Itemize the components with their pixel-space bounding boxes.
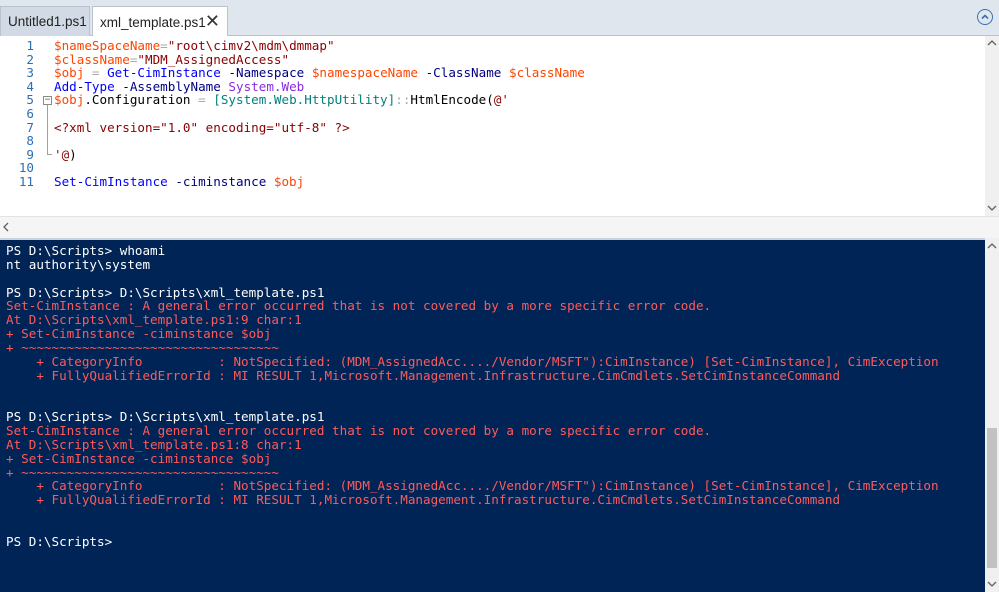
fold-collapse-icon[interactable]: − (43, 96, 52, 106)
fold-guide (47, 105, 48, 154)
code-text: '@) (54, 146, 77, 162)
tab-xml-template[interactable]: xml_template.ps1 ✕ (92, 6, 228, 37)
console-error-line: Set-CimInstance : A general error occurr… (6, 423, 712, 439)
code-text: <?xml version="1.0" encoding="utf-8" ?> (54, 119, 350, 135)
scroll-down-icon[interactable] (987, 580, 997, 588)
scroll-up-icon[interactable] (987, 242, 997, 250)
line-number: 6 (26, 106, 34, 121)
console-error-line: + Set-CimInstance -ciminstance $obj (6, 326, 272, 342)
console-error-line: + ~~~~~~~~~~~~~~~~~~~~~~~~~~~~~~~~~~ (6, 339, 279, 355)
scroll-down-icon[interactable] (987, 204, 997, 212)
scroll-left-icon[interactable] (2, 222, 10, 232)
fold-guide-end (47, 153, 52, 155)
console-line: PS D:\Scripts> whoami (6, 243, 166, 258)
editor-horizontal-scrollbar[interactable] (0, 216, 999, 238)
console-pane[interactable]: PS D:\Scripts> whoami nt authority\system… (0, 240, 985, 592)
line-number: 11 (18, 174, 34, 189)
console-error-line: + CategoryInfo : NotSpecified: (MDM_Assi… (6, 353, 939, 369)
line-number: 1 (26, 38, 34, 53)
editor-line[interactable]: 5 $obj.Configuration = [System.Web.HttpUt… (0, 93, 980, 107)
script-editor[interactable]: 1 $nameSpaceName="root\cimv2\mdm\dmmap" 2 $… (0, 36, 985, 216)
chevron-up-icon[interactable] (977, 9, 993, 25)
editor-line[interactable]: 7 <?xml version="1.0" encoding="utf-8" ?> (0, 119, 980, 135)
tab-bar: Untitled1.ps1 xml_template.ps1 ✕ (0, 0, 999, 37)
close-icon[interactable]: ✕ (205, 10, 220, 32)
console-error-line: At D:\Scripts\xml_template.ps1:8 char:1 (6, 436, 302, 452)
code-text: Set-CimInstance -ciminstance $obj (54, 174, 305, 189)
editor-line[interactable]: 11 Set-CimInstance -ciminstance $obj (0, 175, 980, 189)
tab-label: xml_template.ps1 (100, 14, 206, 30)
console-error-line: + Set-CimInstance -ciminstance $obj (6, 450, 272, 466)
editor-vertical-scrollbar[interactable] (985, 36, 999, 216)
console-line: PS D:\Scripts> (6, 533, 113, 549)
console-vertical-scrollbar[interactable] (985, 238, 999, 592)
tab-untitled1[interactable]: Untitled1.ps1 (0, 6, 90, 36)
console-error-line: + FullyQualifiedErrorId : MI RESULT 1,Mi… (6, 492, 841, 508)
scroll-up-icon[interactable] (987, 39, 997, 47)
code-text: $obj.Configuration = [System.Web.HttpUti… (54, 92, 509, 108)
tab-label: Untitled1.ps1 (8, 14, 87, 29)
scroll-thumb[interactable] (987, 428, 997, 568)
editor-line[interactable]: 8 (0, 134, 980, 148)
editor-line[interactable]: 9 '@) (0, 146, 980, 162)
console-error-line: + FullyQualifiedErrorId : MI RESULT 1,Mi… (6, 367, 841, 383)
console-line: nt authority\system (6, 256, 151, 272)
